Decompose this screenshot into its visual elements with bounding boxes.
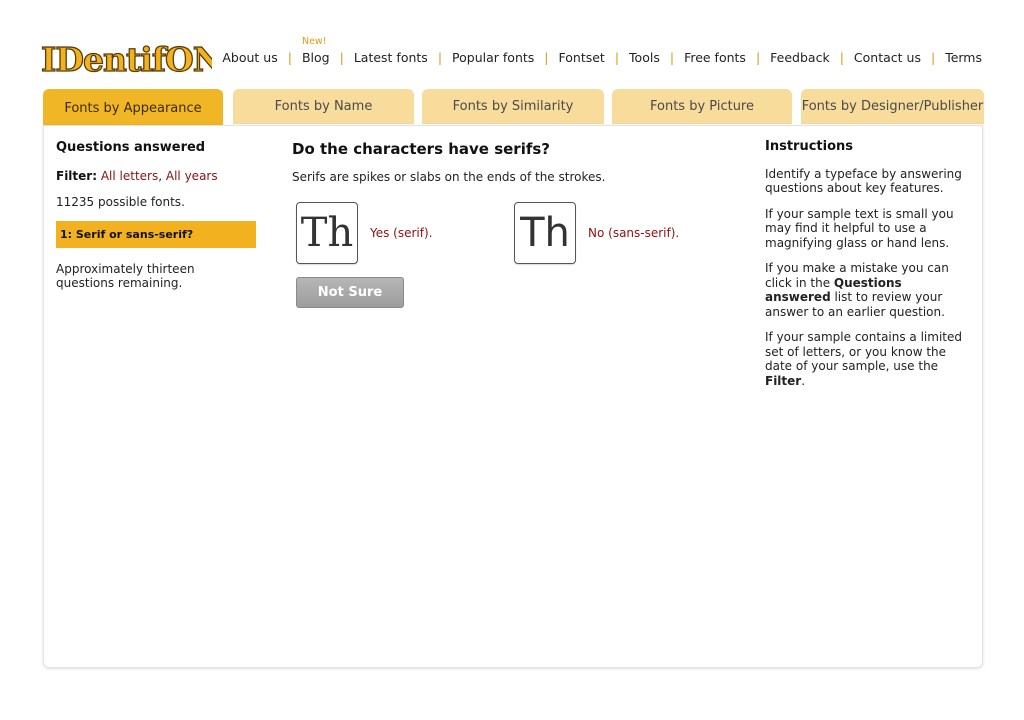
nav-separator: |: [614, 49, 620, 65]
nav-latest-fonts[interactable]: Latest fonts: [352, 50, 430, 65]
tab-fonts-by-appearance[interactable]: Fonts by Appearance: [43, 89, 223, 127]
nav-blog[interactable]: New! Blog: [300, 36, 332, 65]
answer-yes-label[interactable]: Yes (serif).: [370, 226, 433, 240]
nav-contact-us[interactable]: Contact us: [852, 50, 923, 65]
nav-separator: |: [839, 49, 844, 65]
answer-no-sans-serif[interactable]: Th No (sans-serif).: [514, 202, 679, 264]
nav-separator: |: [930, 49, 936, 65]
instruction-paragraph: If your sample contains a limited set of…: [765, 330, 965, 388]
filter-comma: ,: [158, 169, 163, 183]
nav-separator: |: [437, 49, 443, 65]
tab-fonts-by-picture[interactable]: Fonts by Picture: [612, 89, 792, 124]
instructions-column: Instructions Identify a typeface by answ…: [765, 139, 965, 399]
serif-sample-image[interactable]: Th: [296, 202, 358, 264]
nav-about-us[interactable]: About us: [220, 50, 279, 65]
nav-separator: |: [755, 49, 761, 65]
possible-fonts-count: 11235 possible fonts.: [56, 195, 185, 209]
nav-free-fonts[interactable]: Free fonts: [682, 50, 748, 65]
filter-years-link[interactable]: All years: [166, 169, 218, 183]
top-navigation: About us | New! Blog | Latest fonts | Po…: [222, 36, 984, 66]
svg-text:IDentifONT: IDentifONT: [41, 40, 212, 79]
tab-fonts-by-similarity[interactable]: Fonts by Similarity: [422, 89, 604, 124]
logo-graphic: IDentifONT: [40, 39, 212, 79]
nav-separator: |: [339, 49, 344, 65]
instructions-heading: Instructions: [765, 139, 854, 154]
question-column: Do the characters have serifs? Serifs ar…: [292, 140, 742, 308]
filter-letters-link[interactable]: All letters: [101, 169, 158, 183]
nav-fontset[interactable]: Fontset: [557, 50, 607, 65]
nav-blog-label[interactable]: Blog: [302, 50, 330, 65]
question-explanation: Serifs are spikes or slabs on the ends o…: [292, 170, 606, 184]
content-panel: Questions answered Filter: All letters, …: [43, 125, 983, 668]
sans-serif-sample-image[interactable]: Th: [514, 202, 576, 264]
filter-line: Filter: All letters, All years: [56, 169, 256, 183]
filter-reference: Filter: [765, 373, 802, 388]
main-tabs: Fonts by Appearance Fonts by Name Fonts …: [43, 89, 984, 127]
not-sure-button[interactable]: Not Sure: [296, 277, 404, 308]
nav-terms[interactable]: Terms: [943, 50, 984, 65]
nav-separator: |: [544, 49, 549, 65]
filter-label: Filter:: [56, 169, 98, 183]
tab-fonts-by-name[interactable]: Fonts by Name: [233, 89, 414, 124]
nav-tools[interactable]: Tools: [627, 50, 662, 65]
nav-separator: |: [287, 49, 292, 65]
instruction-text: .: [801, 373, 806, 388]
instruction-paragraph: If your sample text is small you may fin…: [765, 206, 954, 250]
tab-fonts-by-designer-publisher[interactable]: Fonts by Designer/Publisher: [801, 89, 984, 124]
question-item-serif[interactable]: 1: Serif or sans-serif?: [56, 221, 256, 248]
identifont-logo[interactable]: IDentifONT: [40, 38, 212, 82]
instruction-paragraph: If you make a mistake you can click in t…: [765, 261, 965, 319]
answer-yes-serif[interactable]: Th Yes (serif).: [296, 202, 433, 264]
answer-no-label[interactable]: No (sans-serif).: [588, 226, 679, 240]
instruction-text: If your sample contains a limited set of…: [765, 330, 962, 373]
new-badge: New!: [301, 35, 327, 47]
questions-answered-column: Questions answered Filter: All letters, …: [56, 140, 256, 290]
remaining-questions: Approximately thirteen questions remaini…: [56, 262, 195, 290]
instruction-paragraph: Identify a typeface by answering questio…: [765, 166, 962, 196]
nav-popular-fonts[interactable]: Popular fonts: [450, 50, 536, 65]
nav-separator: |: [669, 49, 675, 65]
nav-feedback[interactable]: Feedback: [768, 50, 832, 65]
questions-answered-heading: Questions answered: [56, 140, 206, 155]
question-title: Do the characters have serifs?: [292, 140, 550, 158]
